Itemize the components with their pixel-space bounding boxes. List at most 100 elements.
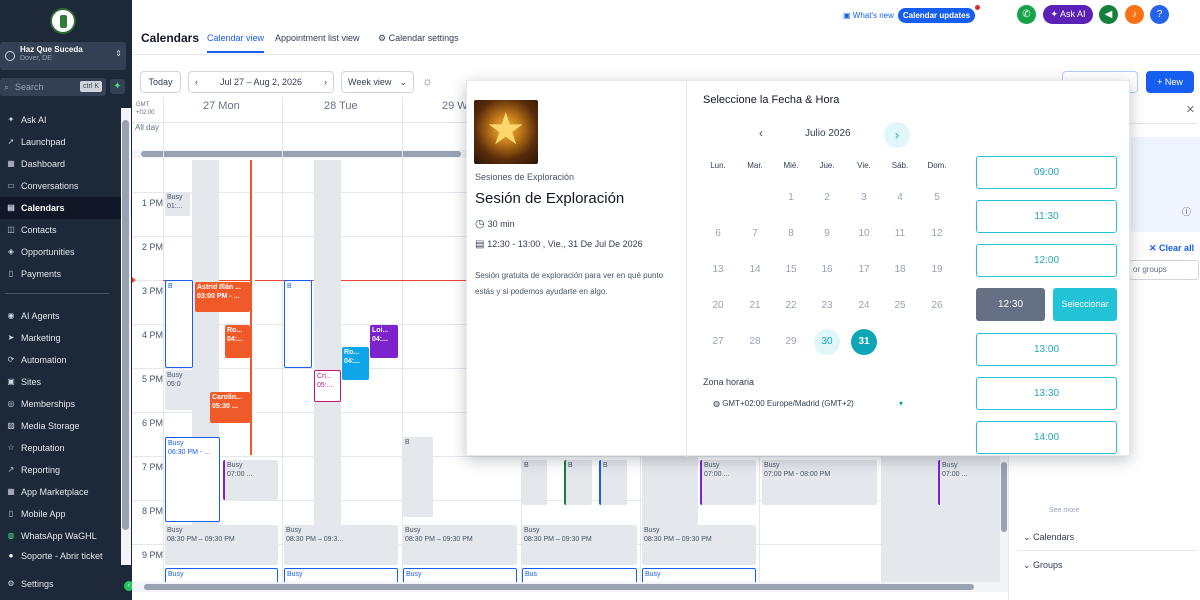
calendar-event[interactable]: Busy 08:30 PM – 09:30 PM (165, 525, 278, 565)
sidebar-item-launchpad[interactable]: ➚ Launchpad (0, 131, 132, 153)
ask-ai-button[interactable]: ✦ Ask AI (1043, 5, 1093, 24)
sidebar-item-sites[interactable]: ▣ Sites (0, 371, 132, 393)
calendar-event[interactable]: Busy 08:30 PM – 09:30 PM (403, 525, 517, 565)
calendar-event[interactable]: Cri... 05:... (314, 370, 341, 402)
sidebar-item-settings[interactable]: ⚙ Settings (0, 573, 132, 595)
quick-action-button[interactable]: ✦ (110, 79, 125, 94)
next-month-button[interactable]: › (884, 122, 910, 148)
tab-appointment-list-view[interactable]: Appointment list view (275, 33, 360, 43)
date-range-picker[interactable]: ‹ Jul 27 – Aug 2, 2026 › (188, 71, 334, 93)
tab-calendar-settings[interactable]: ⚙ Calendar settings (378, 33, 459, 44)
calendar-updates-badge[interactable]: Calendar updates (897, 8, 976, 23)
chevron-left-icon[interactable]: ‹ (195, 72, 198, 92)
sidebar-item-dashboard[interactable]: ▦ Dashboard (0, 153, 132, 175)
calendar-event[interactable]: Busy 01:... (165, 192, 190, 216)
timezone-select[interactable]: ◍ GMT+02:00 Europe/Madrid (GMT+2) ▾ (713, 399, 903, 408)
calendar-event[interactable]: B (284, 280, 312, 368)
calendars-section[interactable]: ⌄ Calendars (1023, 532, 1074, 543)
sidebar-item-contacts[interactable]: ◫ Contacts (0, 219, 132, 241)
megaphone-button[interactable]: ◀ (1099, 5, 1118, 24)
see-more-link[interactable]: See more (1049, 507, 1079, 514)
calendar-event[interactable]: B (599, 460, 627, 505)
sidebar-item-media-storage[interactable]: ▨ Media Storage (0, 415, 132, 437)
clear-all-link[interactable]: ✕ Clear all (1149, 243, 1194, 254)
time-slot[interactable]: 13:30 (976, 377, 1117, 410)
day-header-mon[interactable]: 27 Mon (203, 100, 240, 112)
calendar-event[interactable]: Busy 07:00 ... (700, 460, 756, 505)
day-header-tue[interactable]: 28 Tue (324, 100, 358, 112)
calendar-event[interactable]: Carolin... 05:30 ... (210, 392, 250, 423)
selected-time-slot[interactable]: 12:30 (976, 288, 1045, 321)
sidebar-item-opportunities[interactable]: ◈ Opportunities (0, 241, 132, 263)
close-icon[interactable]: ✕ (1186, 103, 1195, 116)
scroll-thumb[interactable] (1001, 462, 1007, 532)
calendar-event[interactable]: B (403, 437, 433, 517)
calendar-event[interactable]: Loi... 04:... (370, 325, 398, 358)
sidebar-item-mobile-app[interactable]: ▯ Mobile App (0, 503, 132, 525)
calendar-event[interactable]: Busy (403, 568, 517, 582)
chevron-right-icon[interactable]: › (324, 72, 327, 92)
calendar-day[interactable]: 31 (851, 329, 877, 355)
select-button[interactable]: Seleccionar (1053, 288, 1117, 321)
calendar-search-input[interactable]: or groups (1129, 260, 1199, 280)
phone-button[interactable]: ✆ (1017, 5, 1036, 24)
scroll-thumb[interactable] (141, 151, 461, 157)
calendar-horizontal-scrollbar[interactable] (132, 582, 1008, 592)
sidebar-item-memberships[interactable]: ◎ Memberships (0, 393, 132, 415)
calendar-event[interactable]: Busy 08:30 PM – 09:30 PM (642, 525, 756, 565)
prev-month-button[interactable]: ‹ (759, 126, 763, 140)
scroll-thumb[interactable] (144, 584, 974, 590)
sidebar-item-automation[interactable]: ⟳ Automation (0, 349, 132, 371)
notifications-button[interactable]: ♪ (1125, 5, 1144, 24)
view-select[interactable]: Week view ⌄ (341, 71, 414, 93)
sidebar-item-conversations[interactable]: ▭ Conversations (0, 175, 132, 197)
sidebar-item-payments[interactable]: ▯ Payments (0, 263, 132, 285)
calendar-event[interactable]: Busy (165, 568, 278, 582)
calendar-event[interactable]: Busy 07:00 ... (223, 460, 278, 500)
calendar-event[interactable]: Bus (522, 568, 637, 582)
calendar-event[interactable]: Busy (284, 568, 398, 582)
account-switcher[interactable]: Haz Que Suceda Dover, DE ⇕ (0, 42, 126, 70)
tab-calendar-view[interactable]: Calendar view (207, 33, 265, 53)
calendar-event[interactable]: Busy 05:0 (165, 370, 205, 410)
calendar-event[interactable]: Busy 07:00 ... (938, 460, 998, 505)
time-slot[interactable]: 12:00 (976, 244, 1117, 277)
sidebar-item-ai-agents[interactable]: ◉ AI Agents (0, 305, 132, 327)
calendar-event[interactable]: Ro... 04:... (342, 347, 369, 380)
sidebar-item-marketing[interactable]: ➤ Marketing (0, 327, 132, 349)
calendar-event[interactable]: Busy 08:30 PM – 09:30 PM (522, 525, 637, 565)
calendar-event[interactable]: Ro... 04:... (225, 325, 250, 358)
sidebar-item-reporting[interactable]: ↗ Reporting (0, 459, 132, 481)
calendar-day[interactable]: 30 (814, 329, 840, 355)
time-slot[interactable]: 09:00 (976, 156, 1117, 189)
calendar-event[interactable]: B (564, 460, 592, 505)
calendar-event[interactable]: B (522, 460, 547, 505)
groups-section[interactable]: ⌄ Groups (1023, 560, 1063, 571)
search-input[interactable]: ⌕ Search ctrl K (0, 78, 106, 96)
calendar-event[interactable]: Busy 06:30 PM - ... (165, 437, 220, 522)
day-header-wed[interactable]: 29 W (442, 100, 468, 112)
time-slot[interactable]: 11:30 (976, 200, 1117, 233)
calendar-event[interactable]: Astrid Illán ... 03:00 PM - ... (195, 282, 250, 312)
new-button[interactable]: + New (1146, 71, 1194, 93)
sidebar-item-ask-ai[interactable]: ✦ Ask AI (0, 109, 132, 131)
help-button[interactable]: ? (1150, 5, 1169, 24)
all-day-scrollbar[interactable] (132, 150, 467, 158)
sidebar-scrollbar[interactable] (121, 108, 131, 565)
calendar-event[interactable]: Busy (642, 568, 756, 582)
sidebar-item-reputation[interactable]: ☆ Reputation (0, 437, 132, 459)
today-button[interactable]: Today (140, 71, 181, 93)
sidebar-item-support[interactable]: ● Soporte - Abrir ticket (0, 545, 132, 567)
calendar-event[interactable]: B (165, 280, 193, 368)
whats-new[interactable]: ▣ What's new Calendar updates (843, 8, 976, 23)
calendar-event[interactable]: Busy 08:30 PM – 09:3... (284, 525, 398, 565)
time-slot[interactable]: 13:00 (976, 333, 1117, 366)
info-icon[interactable]: ⓘ (1182, 205, 1191, 218)
lightbulb-icon[interactable]: ☼ (422, 74, 433, 88)
sidebar-item-whatsapp[interactable]: ◍ WhatsApp WaGHL (0, 525, 132, 547)
scroll-thumb[interactable] (122, 120, 129, 530)
sidebar-item-app-marketplace[interactable]: ▦ App Marketplace (0, 481, 132, 503)
calendar-event[interactable]: Busy 07:00 PM - 08:00 PM (762, 460, 877, 505)
time-slot[interactable]: 14:00 (976, 421, 1117, 454)
sidebar-item-calendars[interactable]: ▤ Calendars (0, 197, 132, 219)
